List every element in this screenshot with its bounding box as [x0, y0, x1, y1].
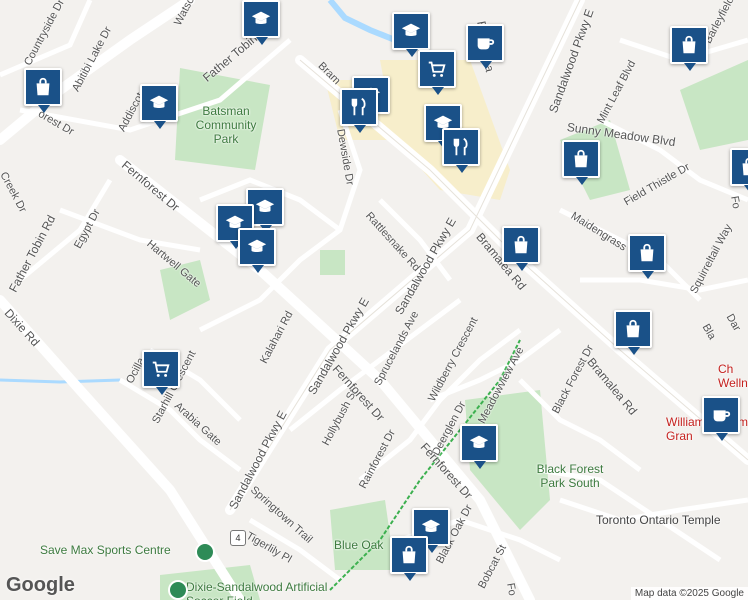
place-label: Dixie-Sandalwood Artificial Soccer Field — [186, 580, 328, 600]
park-pin-icon[interactable] — [168, 580, 188, 600]
shopping-bag-icon[interactable] — [502, 226, 540, 271]
map-attribution[interactable]: Map data ©2025 Google — [630, 587, 748, 600]
place-label: Toronto Ontario Temple — [596, 513, 721, 527]
school-icon[interactable] — [242, 0, 280, 45]
place-label: Save Max Sports Centre — [40, 543, 171, 557]
grocery-cart-icon[interactable] — [418, 50, 456, 95]
place-label: Blue Oak — [334, 538, 384, 552]
restaurant-icon[interactable] — [340, 88, 378, 133]
map-canvas[interactable]: Countryside Dr Watsonbr Father Tobin Abi… — [0, 0, 748, 600]
cafe-icon[interactable] — [466, 24, 504, 69]
place-label: Batsman Community Park — [195, 104, 257, 146]
school-icon[interactable] — [392, 12, 430, 57]
shopping-bag-icon[interactable] — [390, 536, 428, 581]
street-label: Fo — [728, 195, 743, 210]
place-label: Black Forest Park South — [536, 462, 604, 490]
place-label: Ch Welln — [718, 362, 748, 390]
street-label: Fo — [504, 582, 519, 597]
grocery-cart-icon[interactable] — [142, 350, 180, 395]
shopping-bag-icon[interactable] — [24, 68, 62, 113]
park-pin-icon[interactable] — [195, 542, 215, 562]
restaurant-icon[interactable] — [442, 128, 480, 173]
school-icon[interactable] — [460, 424, 498, 469]
shopping-bag-icon[interactable] — [628, 234, 666, 279]
shopping-bag-icon[interactable] — [562, 140, 600, 185]
shopping-bag-icon[interactable] — [670, 26, 708, 71]
school-icon[interactable] — [238, 228, 276, 273]
cafe-icon[interactable] — [702, 396, 740, 441]
shopping-bag-icon[interactable] — [730, 148, 748, 193]
google-logo: Google — [6, 574, 75, 596]
school-icon[interactable] — [140, 84, 178, 129]
road-shield-icon: 4 — [230, 530, 246, 546]
shopping-bag-icon[interactable] — [614, 310, 652, 355]
